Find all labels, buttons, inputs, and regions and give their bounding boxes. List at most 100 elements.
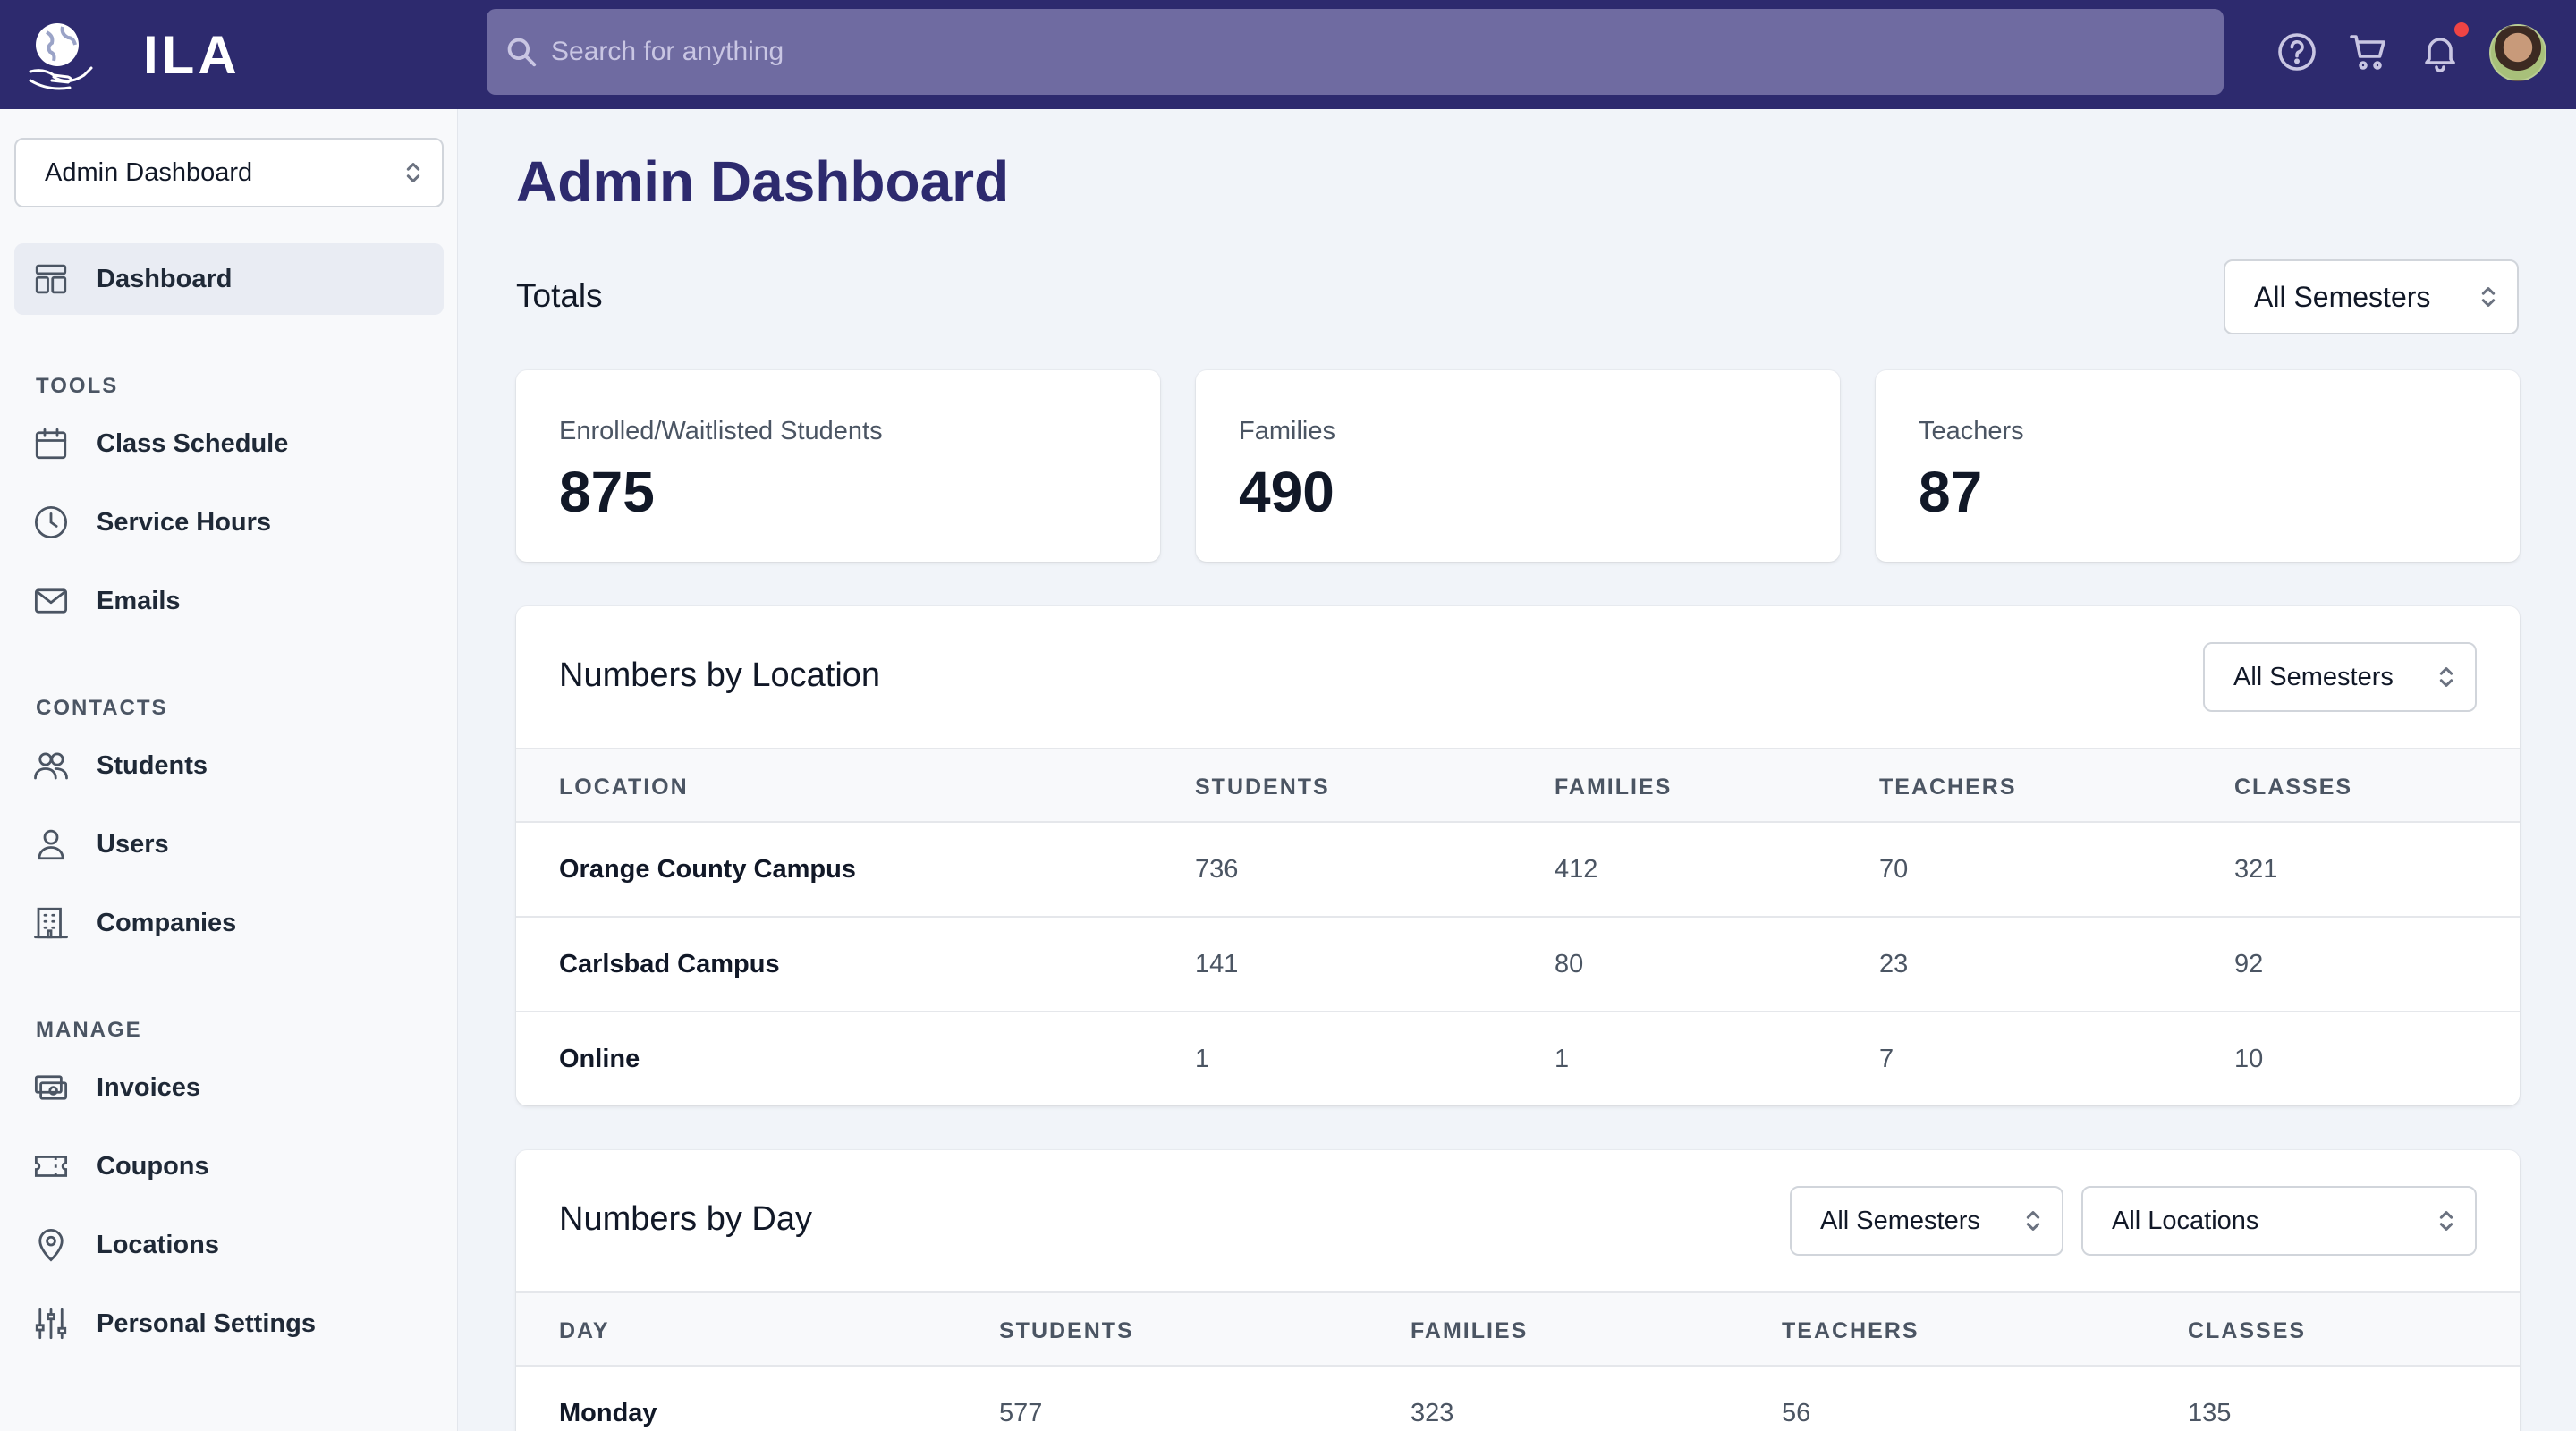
table-row[interactable]: Orange County Campus 736 412 70 321 xyxy=(516,823,2520,918)
stat-card-students: Enrolled/Waitlisted Students 875 xyxy=(516,370,1160,562)
table-header: DAY STUDENTS FAMILIES TEACHERS CLASSES xyxy=(516,1291,2520,1367)
cell-students: 141 xyxy=(1195,950,1239,978)
day-semester-select[interactable]: All Semesters xyxy=(1790,1186,2063,1256)
stat-card-teachers: Teachers 87 xyxy=(1876,370,2520,562)
search-icon xyxy=(507,38,537,67)
sidebar-item-coupons[interactable]: Coupons xyxy=(14,1130,444,1202)
cell-classes: 10 xyxy=(2234,1045,2264,1073)
search-input[interactable] xyxy=(551,37,2161,67)
dashboard-layout-icon xyxy=(35,264,67,294)
cell-teachers: 23 xyxy=(1879,950,1909,978)
stat-label: Enrolled/Waitlisted Students xyxy=(559,417,883,445)
top-bar: ILA xyxy=(0,0,2576,109)
cell-classes: 92 xyxy=(2234,950,2264,978)
column-header[interactable]: STUDENTS xyxy=(999,1318,1134,1344)
table-row[interactable]: Carlsbad Campus 141 80 23 92 xyxy=(516,918,2520,1012)
sidebar-item-locations[interactable]: Locations xyxy=(14,1209,444,1281)
building-icon xyxy=(34,907,68,939)
column-header[interactable]: FAMILIES xyxy=(1411,1318,1528,1344)
cell-students: 577 xyxy=(999,1399,1043,1427)
table-row[interactable]: Monday 577 323 56 135 xyxy=(516,1367,2520,1431)
cell-location: Orange County Campus xyxy=(559,855,856,884)
cell-families: 412 xyxy=(1555,855,1598,884)
search-bar[interactable] xyxy=(487,9,2224,95)
user-icon xyxy=(38,829,64,860)
sidebar-item-class-schedule[interactable]: Class Schedule xyxy=(14,408,444,479)
cell-location: Carlsbad Campus xyxy=(559,950,780,978)
totals-semester-select[interactable]: All Semesters xyxy=(2224,259,2519,334)
sidebar-item-label: Personal Settings xyxy=(97,1308,316,1338)
day-table-card: Numbers by Day All Semesters All Locatio… xyxy=(516,1150,2520,1431)
cell-students: 1 xyxy=(1195,1045,1210,1073)
cell-families: 1 xyxy=(1555,1045,1570,1073)
sidebar-item-service-hours[interactable]: Service Hours xyxy=(14,487,444,558)
cell-families: 80 xyxy=(1555,950,1584,978)
column-header[interactable]: DAY xyxy=(559,1318,610,1344)
calendar-icon xyxy=(35,428,67,460)
brand[interactable]: ILA xyxy=(27,13,241,97)
sidebar-item-label: Emails xyxy=(97,586,181,615)
sidebar-item-label: Companies xyxy=(97,908,237,937)
sidebar-item-label: Service Hours xyxy=(97,507,272,537)
select-value: All Semesters xyxy=(2254,280,2431,313)
sidebar-item-invoices[interactable]: Invoices xyxy=(14,1052,444,1123)
location-semester-select[interactable]: All Semesters xyxy=(2203,642,2477,712)
view-select-value: Admin Dashboard xyxy=(45,157,253,187)
sidebar-item-personal-settings[interactable]: Personal Settings xyxy=(14,1288,444,1359)
sidebar-item-emails[interactable]: Emails xyxy=(14,565,444,637)
column-header[interactable]: TEACHERS xyxy=(1879,775,2017,800)
envelope-icon xyxy=(34,588,68,614)
column-header[interactable]: FAMILIES xyxy=(1555,775,1672,800)
cell-location: Online xyxy=(559,1045,640,1073)
sidebar-item-label: Coupons xyxy=(97,1151,209,1181)
user-avatar[interactable] xyxy=(2489,24,2546,81)
sidebar-item-label: Students xyxy=(97,750,208,780)
cell-teachers: 56 xyxy=(1782,1399,1811,1427)
table-header: LOCATION STUDENTS FAMILIES TEACHERS CLAS… xyxy=(516,748,2520,823)
chevron-up-down-icon xyxy=(2439,667,2453,687)
sidebar-item-label: Users xyxy=(97,829,169,859)
cart-icon[interactable] xyxy=(2347,30,2390,73)
cell-teachers: 70 xyxy=(1879,855,1909,884)
section-tools: TOOLS xyxy=(36,374,119,398)
sidebar-item-students[interactable]: Students xyxy=(14,730,444,801)
cell-families: 323 xyxy=(1411,1399,1454,1427)
chevron-up-down-icon xyxy=(406,163,420,182)
column-header[interactable]: CLASSES xyxy=(2234,775,2352,800)
column-header[interactable]: LOCATION xyxy=(559,775,689,800)
select-value: All Semesters xyxy=(1820,1206,1980,1235)
location-table-card: Numbers by Location All Semesters LOCATI… xyxy=(516,606,2520,1105)
column-header[interactable]: TEACHERS xyxy=(1782,1318,1919,1344)
cell-teachers: 7 xyxy=(1879,1045,1894,1073)
totals-heading: Totals xyxy=(516,277,603,314)
column-header[interactable]: CLASSES xyxy=(2188,1318,2306,1344)
stat-label: Teachers xyxy=(1919,417,2024,445)
stat-card-families: Families 490 xyxy=(1196,370,1840,562)
sliders-icon xyxy=(35,1308,67,1340)
app-name: ILA xyxy=(143,24,241,85)
stat-value: 875 xyxy=(559,460,655,524)
cell-day: Monday xyxy=(559,1399,657,1427)
table-row[interactable]: Online 1 1 7 10 xyxy=(516,1012,2520,1105)
notification-badge xyxy=(2452,20,2471,39)
stat-value: 87 xyxy=(1919,460,1983,524)
day-location-select[interactable]: All Locations xyxy=(2081,1186,2477,1256)
help-icon[interactable] xyxy=(2275,30,2318,73)
sidebar-item-dashboard[interactable]: Dashboard xyxy=(14,243,444,315)
view-select[interactable]: Admin Dashboard xyxy=(14,138,444,207)
sidebar-item-label: Invoices xyxy=(97,1072,201,1102)
clock-icon xyxy=(34,505,68,539)
banknotes-icon xyxy=(34,1075,68,1100)
column-header[interactable]: STUDENTS xyxy=(1195,775,1330,800)
chevron-up-down-icon xyxy=(2481,287,2496,307)
page-title: Admin Dashboard xyxy=(516,149,1010,214)
section-manage: MANAGE xyxy=(36,1018,142,1042)
sidebar-item-label: Locations xyxy=(97,1230,219,1259)
sidebar-item-users[interactable]: Users xyxy=(14,809,444,880)
location-table-title: Numbers by Location xyxy=(559,656,881,694)
users-group-icon xyxy=(34,752,68,780)
day-table-title: Numbers by Day xyxy=(559,1200,812,1238)
map-pin-icon xyxy=(38,1228,64,1262)
sidebar-item-companies[interactable]: Companies xyxy=(14,887,444,959)
cell-classes: 135 xyxy=(2188,1399,2232,1427)
